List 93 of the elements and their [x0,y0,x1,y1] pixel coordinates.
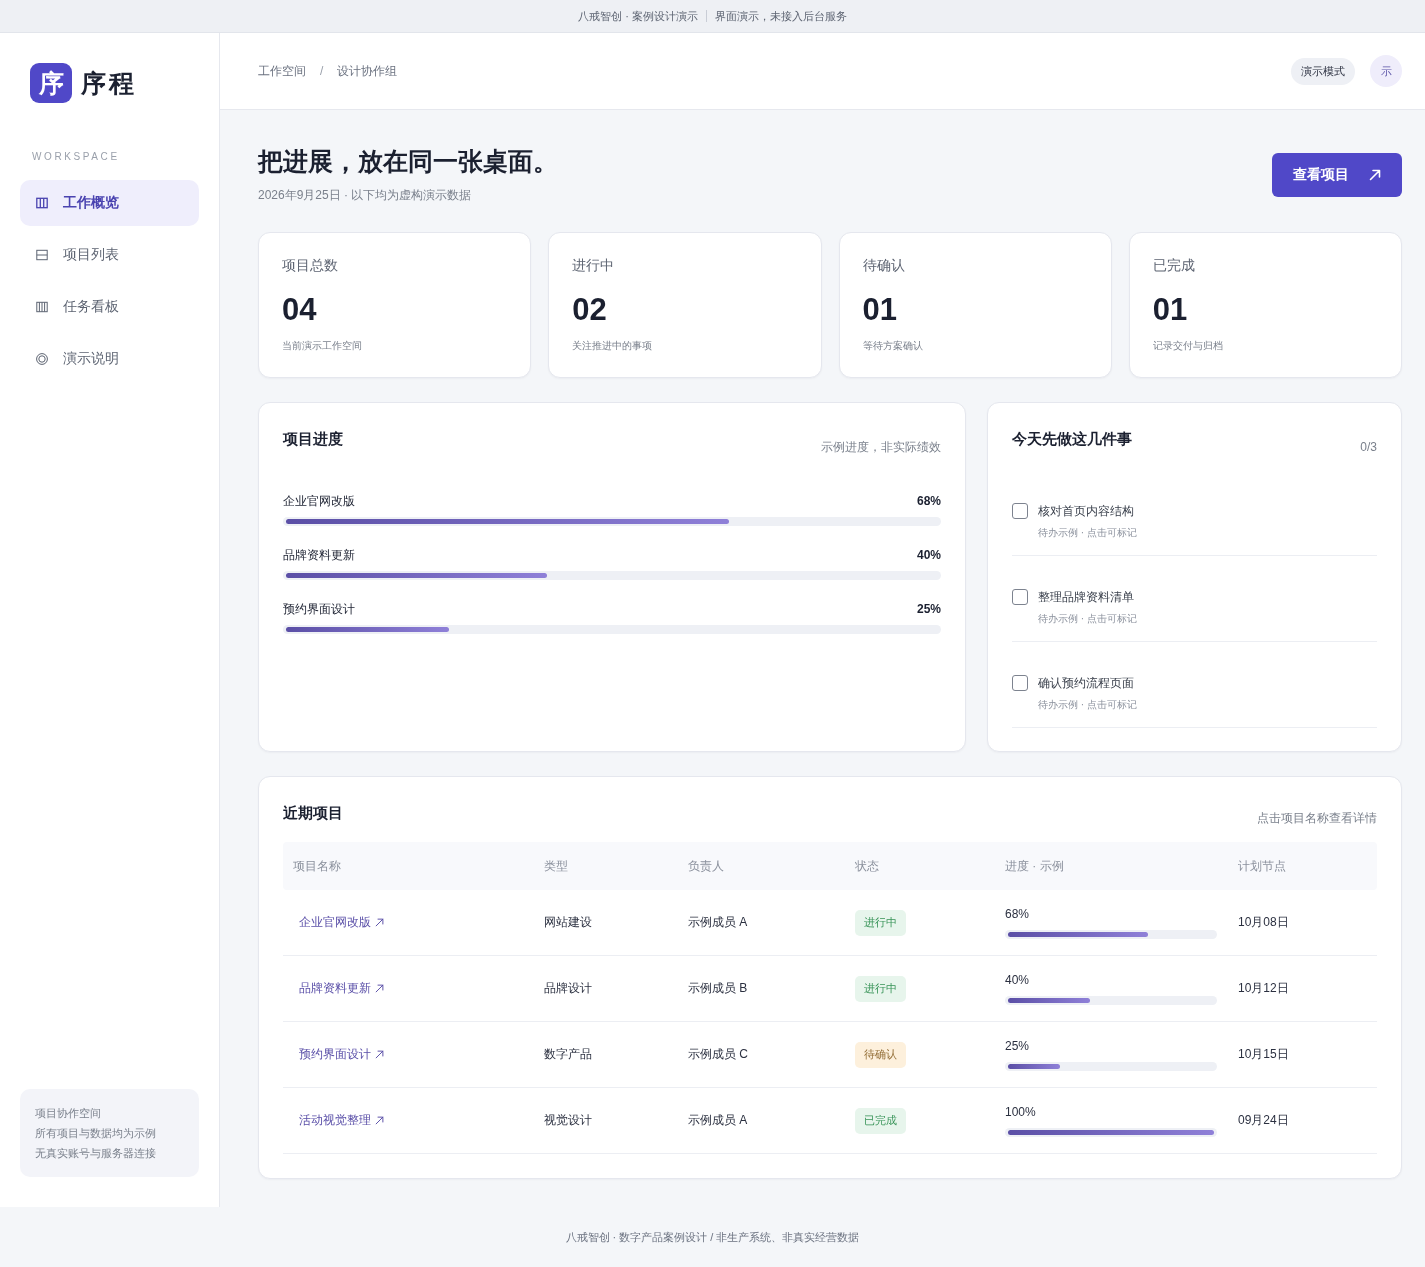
nav-item[interactable]: 演示说明 [20,336,199,382]
table-cell: 示例成员 A [688,1112,748,1129]
project-link[interactable]: 预约界面设计 [299,1046,384,1063]
todo-count: 0/3 [1360,439,1377,456]
table-cell: 示例成员 C [688,1046,748,1063]
progress-reading: 25% [1005,1038,1031,1053]
note-text: 无真实账号与服务器连接 [35,1146,157,1161]
stat-label: 进行中 [572,256,616,275]
status-tag: 已完成 [855,1107,906,1134]
nav-item[interactable]: 工作概览 [20,180,199,226]
table-cell: 10月15日 [1238,1046,1289,1063]
stat-note: 关注推进中的事项 [572,339,654,353]
nav-item[interactable]: 项目列表 [20,232,199,278]
checkbox[interactable] [1012,589,1028,605]
nav-item[interactable]: 任务看板 [20,284,199,330]
checkbox[interactable] [1012,503,1028,519]
stat-note: 记录交付与归档 [1152,339,1224,353]
section-label: WORKSPACE [32,150,121,164]
avatar[interactable]: 示 [1370,55,1402,87]
project-link[interactable]: 品牌资料更新 [299,980,384,997]
column-header: 负责人 [688,857,724,875]
todo-text: 确认预约流程页面 [1038,675,1135,692]
progress-reading: 68% [1005,906,1031,921]
column-header: 进度 · 示例 [1005,857,1064,875]
status-tag: 待确认 [855,1041,906,1068]
column-header: 状态 [855,857,879,875]
breadcrumb-link[interactable]: 工作空间 [258,62,306,80]
stat-value: 04 [282,292,318,328]
table-cell: 09月24日 [1238,1112,1289,1129]
table-cell: 视觉设计 [544,1112,592,1129]
table-cell: 网站建设 [544,914,592,931]
view-projects-button[interactable]: 查看项目 [1272,153,1402,197]
arrow-up-right-icon [375,1116,384,1125]
table-cell: 10月12日 [1238,980,1289,997]
page-subtitle: 2026年9月25日 · 以下均为虚构演示数据 [258,187,473,204]
breadcrumb-link[interactable]: 设计协作组 [337,62,398,80]
todo-note: 待办示例 · 点击可标记 [1038,698,1138,712]
stat-label: 已完成 [1152,256,1196,275]
arrow-up-right-icon [1369,169,1381,181]
stat-label: 项目总数 [282,256,339,275]
column-header: 计划节点 [1238,857,1286,875]
card-title: 近期项目 [283,803,343,823]
logo-name: 序程 [81,67,137,99]
todo-note: 待办示例 · 点击可标记 [1038,612,1138,626]
card-title: 今天先做这几件事 [1012,429,1132,449]
progress-reading: 40% [916,547,941,564]
checkbox[interactable] [1012,675,1028,691]
stat-value: 02 [572,292,608,328]
status-tag: 进行中 [855,909,906,936]
table-cell: 数字产品 [544,1046,592,1063]
note-text: 所有项目与数据均为示例 [35,1126,157,1141]
column-header: 项目名称 [292,857,341,875]
todo-text: 整理品牌资料清单 [1038,589,1135,606]
progress-reading: 68% [916,493,941,510]
project-name: 预约界面设计 [283,601,355,618]
project-link[interactable]: 活动视觉整理 [299,1112,384,1129]
table-cell: 示例成员 B [688,980,748,997]
todo-note: 待办示例 · 点击可标记 [1038,526,1138,540]
arrow-up-right-icon [375,1050,384,1059]
kanban-icon [36,301,48,313]
footer-text: 八戒智创 · 数字产品案例设计 / 非生产系统、非真实经营数据 [565,1229,860,1245]
project-name: 企业官网改版 [283,493,355,510]
stat-note: 当前演示工作空间 [282,339,363,353]
progress-reading: 100% [1005,1104,1037,1119]
progress-reading: 40% [1005,972,1031,987]
card-note: 点击项目名称查看详情 [1257,810,1377,827]
project-link[interactable]: 企业官网改版 [299,914,384,931]
stat-value: 01 [862,292,898,328]
banner-text: 八戒智创 · 案例设计演示 [578,8,698,24]
note-text: 项目协作空间 [35,1106,102,1121]
todo-text: 核对首页内容结构 [1038,503,1135,520]
list-icon [36,249,48,261]
card-note: 示例进度，非实际绩效 [821,439,941,456]
project-name: 品牌资料更新 [283,547,355,564]
page-title: 把进展，放在同一张桌面。 [258,146,558,177]
columns-icon [36,197,48,209]
breadcrumb-separator: / [320,64,324,78]
stat-value: 01 [1152,292,1189,328]
table-cell: 示例成员 A [688,914,748,931]
stat-note: 等待方案确认 [862,339,924,353]
status-tag: 进行中 [855,975,906,1002]
column-header: 类型 [544,857,568,875]
arrow-up-right-icon [375,918,384,927]
table-cell: 10月08日 [1238,914,1289,931]
ring-icon [36,353,48,365]
banner-text: 界面演示，未接入后台服务 [714,8,847,24]
card-title: 项目进度 [283,429,343,449]
progress-reading: 25% [916,601,941,618]
arrow-up-right-icon [375,984,384,993]
stat-label: 待确认 [862,256,906,275]
logo-mark: 序 [30,63,72,103]
mode-badge: 演示模式 [1291,57,1355,85]
table-cell: 品牌设计 [544,980,592,997]
